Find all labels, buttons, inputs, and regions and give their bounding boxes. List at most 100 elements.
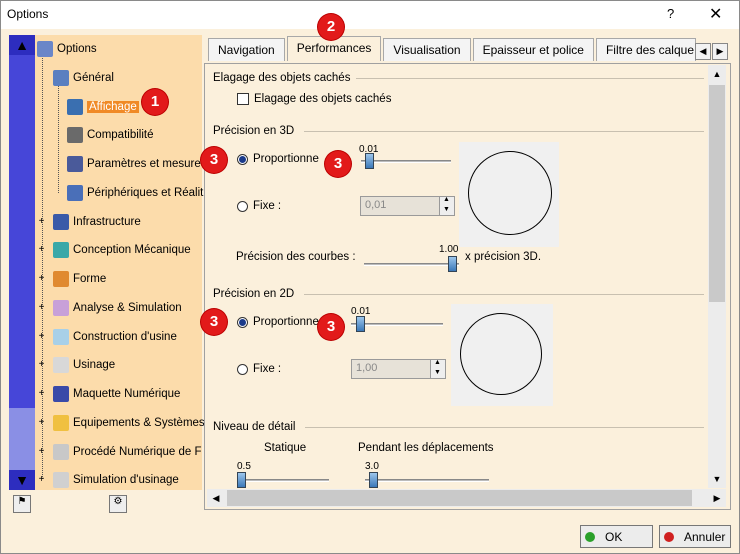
- panel-vertical-scrollbar[interactable]: ▲ ▼: [708, 65, 726, 488]
- tree-scroll-down-button[interactable]: ▼: [9, 470, 35, 490]
- tab-navigation[interactable]: Navigation: [208, 38, 285, 61]
- curves-precision-slider-thumb[interactable]: [448, 256, 457, 272]
- tab-epaisseur-police[interactable]: Epaisseur et police: [472, 38, 594, 61]
- tree-item-label: Forme: [73, 273, 107, 285]
- expand-icon[interactable]: +: [37, 332, 46, 342]
- precision3d-fixed-radio[interactable]: [237, 201, 248, 212]
- expand-icon[interactable]: +: [37, 245, 46, 255]
- tree-item-icon: [53, 70, 69, 86]
- scroll-thumb[interactable]: [227, 490, 692, 506]
- curves-precision-label: Précision des courbes :: [236, 251, 356, 263]
- scroll-up-icon[interactable]: ▲: [708, 65, 726, 83]
- precision2d-fixed-input[interactable]: 1,00: [351, 359, 431, 379]
- panel-horizontal-scrollbar[interactable]: ◀ ▶: [207, 489, 726, 507]
- tree-item-icon: [53, 357, 69, 373]
- tree-item[interactable]: Simulation d'usinage: [53, 470, 179, 490]
- tree-item-icon: [53, 386, 69, 402]
- tree-item-icon: [53, 444, 69, 460]
- tab-filtre-calques[interactable]: Filtre des calque: [595, 38, 696, 61]
- tree-item-label: Maquette Numérique: [73, 388, 181, 400]
- tree-item-label: Procédé Numérique de F: [73, 446, 202, 458]
- title-bar: Options ? ✕: [1, 1, 739, 29]
- tree-scrollbar[interactable]: ▲ ▼: [9, 35, 35, 490]
- tree-item[interactable]: Equipements & Systèmes: [53, 413, 205, 433]
- detail-static-slider-thumb[interactable]: [237, 472, 246, 488]
- detail-static-value: 0.5: [237, 461, 251, 472]
- annotation-badge: 3: [201, 309, 227, 335]
- curves-precision-value: 1.00: [439, 244, 459, 255]
- tree-item-label: Construction d'usine: [73, 331, 177, 343]
- expand-icon[interactable]: +: [37, 447, 46, 457]
- scroll-left-icon[interactable]: ◀: [207, 489, 225, 507]
- precision3d-slider-track[interactable]: [361, 160, 451, 163]
- scroll-thumb[interactable]: [709, 85, 725, 302]
- tab-right-icon[interactable]: ▶: [712, 43, 728, 60]
- annotation-badge: 3: [325, 151, 351, 177]
- tree-item[interactable]: Affichage: [67, 97, 139, 117]
- detail-static-slider-track[interactable]: [237, 479, 329, 482]
- detail-moving-slider-thumb[interactable]: [369, 472, 378, 488]
- precision3d-slider-thumb[interactable]: [365, 153, 374, 169]
- tab-performances[interactable]: Performances: [286, 36, 382, 61]
- tab-visualisation[interactable]: Visualisation: [383, 38, 471, 61]
- tree-connector: [58, 85, 59, 193]
- scroll-down-icon[interactable]: ▼: [708, 470, 726, 488]
- scroll-right-icon[interactable]: ▶: [708, 489, 726, 507]
- precision2d-fixed-stepper[interactable]: [430, 359, 446, 379]
- tree-item[interactable]: Procédé Numérique de F: [53, 442, 201, 462]
- preview-circle: [468, 151, 552, 235]
- window-title: Options: [7, 7, 49, 21]
- tree-scroll-up-button[interactable]: ▲: [9, 35, 35, 55]
- expand-icon[interactable]: +: [37, 360, 46, 370]
- tree-item-icon: [53, 214, 69, 230]
- ok-button[interactable]: OK: [580, 525, 653, 548]
- expand-icon[interactable]: +: [37, 418, 46, 428]
- tree-tool-icon[interactable]: ⚑: [13, 495, 31, 513]
- tree-item[interactable]: Paramètres et mesure: [67, 154, 201, 174]
- expand-icon[interactable]: +: [37, 475, 46, 485]
- tree-item[interactable]: Général: [53, 68, 114, 88]
- tree-item-label: Infrastructure: [73, 216, 141, 228]
- expand-icon[interactable]: +: [37, 303, 46, 313]
- expand-icon[interactable]: +: [37, 217, 46, 227]
- annotation-badge: 3: [201, 147, 227, 173]
- tree-item[interactable]: Périphériques et Réalit: [67, 183, 203, 203]
- tree-item-icon: [53, 271, 69, 287]
- tree-item-icon: [67, 156, 83, 172]
- tree-item[interactable]: Options: [37, 39, 97, 59]
- tree-item-label: Périphériques et Réalit: [87, 187, 204, 199]
- tree-item[interactable]: Conception Mécanique: [53, 240, 191, 260]
- tree-item-label: Analyse & Simulation: [73, 302, 182, 314]
- tree-item[interactable]: Infrastructure: [53, 212, 141, 232]
- tree-item-icon: [37, 41, 53, 57]
- precision3d-fixed-input[interactable]: 0,01: [360, 196, 440, 216]
- precision2d-proportional-radio[interactable]: [237, 317, 248, 328]
- cancel-button[interactable]: Annuler: [659, 525, 731, 548]
- annotation-badge: 1: [142, 89, 168, 115]
- tree-item[interactable]: Maquette Numérique: [53, 384, 180, 404]
- tree-scroll-thumb[interactable]: [9, 55, 35, 408]
- help-button[interactable]: ?: [667, 6, 674, 21]
- tree-item[interactable]: Analyse & Simulation: [53, 298, 182, 318]
- expand-icon[interactable]: +: [37, 274, 46, 284]
- elagage-checkbox[interactable]: [237, 93, 249, 105]
- precision2d-fixed-radio[interactable]: [237, 364, 248, 375]
- precision3d-fixed-stepper[interactable]: [439, 196, 455, 216]
- curves-precision-slider-track[interactable]: [364, 263, 459, 266]
- detail-moving-slider-track[interactable]: [365, 479, 489, 482]
- tree-tool-icon[interactable]: ⚙: [109, 495, 127, 513]
- precision3d-proportional-radio[interactable]: [237, 154, 248, 165]
- tree-item[interactable]: Compatibilité: [67, 125, 153, 145]
- precision2d-slider-thumb[interactable]: [356, 316, 366, 332]
- tree-item[interactable]: Forme: [53, 269, 106, 289]
- tree-item-label: Equipements & Systèmes: [73, 417, 205, 429]
- options-dialog: Options ? ✕ ▲ ▼ Options Général Affichage C…: [0, 0, 740, 554]
- tree-item-label: Affichage: [87, 101, 139, 113]
- tab-left-icon[interactable]: ◀: [695, 43, 711, 60]
- tree-item[interactable]: Construction d'usine: [53, 327, 177, 347]
- precision2d-proportional-label: Proportionne: [253, 316, 319, 328]
- expand-icon[interactable]: +: [37, 389, 46, 399]
- close-button[interactable]: ✕: [709, 4, 722, 24]
- tree-item-icon: [53, 300, 69, 316]
- tree-item[interactable]: Usinage: [53, 355, 115, 375]
